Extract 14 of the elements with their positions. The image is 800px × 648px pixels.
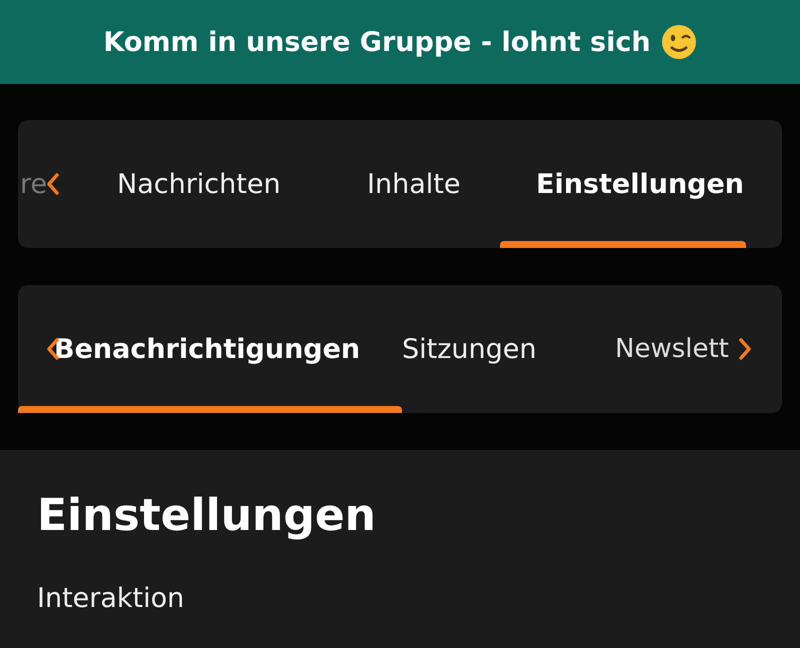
tab[interactable]: Benachrichtigungen xyxy=(18,285,402,413)
tab[interactable]: Einstellungen xyxy=(500,120,744,248)
scroll-right-icon[interactable] xyxy=(738,338,752,360)
tab[interactable]: Nachrichten xyxy=(117,120,367,248)
tab[interactable]: Inhalte xyxy=(367,120,500,248)
section-label: Interaktion xyxy=(37,583,186,614)
scroll-left-icon[interactable] xyxy=(46,173,60,195)
page-heading: Einstellungen xyxy=(37,490,378,541)
tab[interactable]: re xyxy=(18,120,117,248)
winking-face-icon xyxy=(660,24,697,60)
tab[interactable]: Newslett xyxy=(615,285,729,413)
banner-text[interactable]: Komm in unsere Gruppe - lohnt sich xyxy=(103,26,651,58)
banner[interactable]: Komm in unsere Gruppe - lohnt sich xyxy=(0,0,800,84)
tab[interactable]: Sitzungen xyxy=(402,285,615,413)
